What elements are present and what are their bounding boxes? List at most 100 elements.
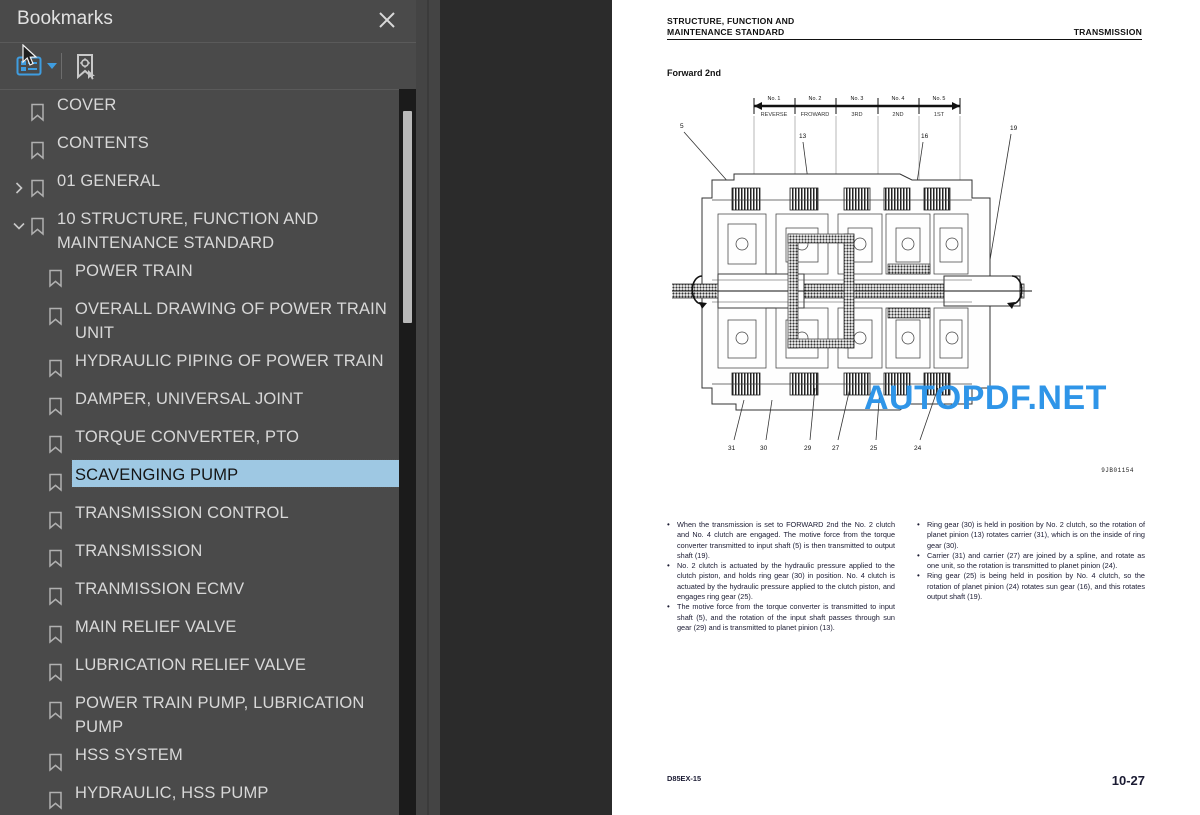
bookmark-icon	[48, 695, 63, 725]
bullet-marker: •	[917, 571, 920, 581]
bookmark-flag-icon	[49, 753, 62, 772]
bookmark-icon	[48, 429, 63, 459]
bookmark-item-label: 01 GENERAL	[57, 172, 161, 190]
bookmark-flag-icon	[49, 307, 62, 326]
bookmarks-panel-titlebar: Bookmarks	[0, 0, 416, 43]
bookmark-flag-icon	[49, 435, 62, 454]
bookmark-item-tranmission-ecmv[interactable]: TRANMISSION ECMV	[0, 573, 416, 611]
bookmark-item-power-train[interactable]: POWER TRAIN	[0, 255, 416, 293]
bookmark-item-transmission-control[interactable]: TRANSMISSION CONTROL	[0, 497, 416, 535]
svg-text:No. 2: No. 2	[809, 96, 822, 102]
body-bullet: • Ring gear (30) is held in position by N…	[917, 520, 1145, 551]
svg-text:29: 29	[804, 445, 812, 452]
bookmark-item-label: LUBRICATION RELIEF VALVE	[75, 656, 306, 674]
bookmark-flag-icon	[49, 397, 62, 416]
bookmark-item-label: TRANMISSION ECMV	[75, 580, 245, 598]
body-bullet: • No. 2 clutch is actuated by the hydraul…	[667, 561, 895, 602]
bookmark-icon	[30, 135, 45, 165]
bookmark-item-label: 10 STRUCTURE, FUNCTION AND MAINTENANCE S…	[57, 210, 319, 252]
bookmark-flag-icon	[31, 217, 44, 236]
bookmark-flag-icon	[49, 701, 62, 720]
svg-text:19: 19	[1010, 125, 1018, 132]
figure-svg: No. 1 No. 2 No. 3 No. 4 No. 5 REVERSE FR…	[663, 96, 1032, 452]
bookmarks-scrollbar-thumb[interactable]	[403, 111, 412, 323]
bookmarks-list[interactable]: COVER CONTENTS 01 GENERAL 10 STRUCTURE, FUN…	[0, 89, 416, 815]
body-bullet: • When the transmission is set to FORWARD…	[667, 520, 895, 561]
figure-subtitle: Forward 2nd	[667, 68, 722, 78]
svg-text:No. 5: No. 5	[933, 96, 946, 102]
bookmarks-toolbar	[0, 43, 416, 90]
bookmark-icon	[48, 785, 63, 815]
bullet-marker: •	[667, 520, 670, 529]
svg-text:2ND: 2ND	[892, 112, 903, 118]
bullet-marker: •	[667, 561, 670, 571]
body-bullet-text: Carrier (31) and carrier (27) are joined…	[927, 550, 1145, 571]
panel-splitter[interactable]	[416, 0, 440, 815]
document-body: • When the transmission is set to FORWARD…	[667, 520, 1145, 633]
bookmark-item-torque-converter-pto[interactable]: TORQUE CONVERTER, PTO	[0, 421, 416, 459]
bookmark-item-label: HSS SYSTEM	[75, 746, 183, 764]
body-column-left: • When the transmission is set to FORWARD…	[667, 520, 895, 633]
bookmark-item-label: HYDRAULIC, HSS PUMP	[75, 784, 269, 802]
svg-text:No. 4: No. 4	[892, 96, 905, 102]
bookmark-item-label: POWER TRAIN PUMP, LUBRICATION PUMP	[75, 694, 365, 736]
svg-text:No. 3: No. 3	[851, 96, 864, 102]
bookmark-item-label: COVER	[57, 96, 117, 114]
bookmark-item-scavenging-pump[interactable]: SCAVENGING PUMP	[0, 459, 416, 497]
bookmark-icon	[48, 391, 63, 421]
bookmark-icon	[48, 619, 63, 649]
body-bullet-text: The motive force from the torque convert…	[677, 602, 895, 632]
bookmark-item-10-structure-function-and[interactable]: 10 STRUCTURE, FUNCTION AND MAINTENANCE S…	[0, 203, 416, 255]
bookmark-item-label: TRANSMISSION	[75, 542, 203, 560]
bookmark-icon	[48, 657, 63, 687]
svg-text:3RD: 3RD	[851, 112, 862, 118]
body-bullet-text: No. 2 clutch is actuated by the hydrauli…	[677, 561, 895, 602]
close-icon[interactable]	[376, 9, 398, 31]
bookmark-item-hydraulic-piping-of-power-train[interactable]: HYDRAULIC PIPING OF POWER TRAIN	[0, 345, 416, 383]
footer-page-number: 10-27	[1111, 773, 1145, 788]
bookmark-flag-icon	[49, 359, 62, 378]
bookmarks-scrollbar-track[interactable]	[399, 89, 416, 815]
bookmark-item-contents[interactable]: CONTENTS	[0, 127, 416, 165]
bookmark-icon	[30, 211, 45, 241]
chevron-right-icon[interactable]	[12, 181, 26, 195]
pdf-page: STRUCTURE, FUNCTION AND MAINTENANCE STAN…	[612, 0, 1200, 815]
new-bookmark-icon[interactable]	[72, 53, 98, 81]
bookmark-icon	[48, 467, 63, 497]
bookmark-item-label: HYDRAULIC PIPING OF POWER TRAIN	[75, 352, 384, 370]
bookmark-icon	[48, 505, 63, 535]
body-bullet: • Carrier (31) and carrier (27) are joine…	[917, 551, 1145, 572]
header-title-line2: MAINTENANCE STANDARD	[667, 27, 785, 37]
chevron-down-icon[interactable]	[12, 219, 26, 233]
bookmark-item-label: SCAVENGING PUMP	[71, 459, 416, 488]
pdf-viewer-area[interactable]: STRUCTURE, FUNCTION AND MAINTENANCE STAN…	[440, 0, 1200, 815]
header-section-name: TRANSMISSION	[1073, 27, 1142, 37]
bookmark-icon	[30, 97, 45, 127]
document-header: STRUCTURE, FUNCTION AND MAINTENANCE STAN…	[667, 16, 1142, 40]
svg-text:27: 27	[832, 445, 840, 452]
bookmark-flag-icon	[49, 269, 62, 288]
bullet-marker: •	[917, 520, 920, 529]
bookmark-item-damper-universal-joint[interactable]: DAMPER, UNIVERSAL JOINT	[0, 383, 416, 421]
bookmark-item-cover[interactable]: COVER	[0, 89, 416, 127]
bookmark-icon	[48, 263, 63, 293]
transmission-cross-section-figure: No. 1 No. 2 No. 3 No. 4 No. 5 REVERSE FR…	[663, 88, 1142, 488]
bookmark-item-main-relief-valve[interactable]: MAIN RELIEF VALVE	[0, 611, 416, 649]
bookmark-flag-icon	[49, 511, 62, 530]
bookmark-options-icon[interactable]	[16, 53, 57, 79]
bookmark-item-overall-drawing-of-power-train-unit[interactable]: OVERALL DRAWING OF POWER TRAIN UNIT	[0, 293, 416, 345]
bookmark-item-01-general[interactable]: 01 GENERAL	[0, 165, 416, 203]
bookmark-item-label: DAMPER, UNIVERSAL JOINT	[75, 390, 304, 408]
bookmark-flag-icon	[49, 473, 62, 492]
bookmark-flag-icon	[49, 625, 62, 644]
bookmark-item-transmission[interactable]: TRANSMISSION	[0, 535, 416, 573]
bookmark-item-power-train-pump-lubrication-pump[interactable]: POWER TRAIN PUMP, LUBRICATION PUMP	[0, 687, 416, 739]
bookmark-item-hss-system[interactable]: HSS SYSTEM	[0, 739, 416, 777]
bookmarks-panel: Bookmarks COVER CONTENTS 01 GENERAL 10 S…	[0, 0, 416, 815]
bookmark-flag-icon	[31, 141, 44, 160]
chevron-down-icon[interactable]	[47, 63, 57, 69]
splitter-grip	[427, 0, 429, 815]
body-bullet: • Ring gear (25) is being held in positio…	[917, 571, 1145, 602]
bookmark-item-hydraulic-hss-pump[interactable]: HYDRAULIC, HSS PUMP	[0, 777, 416, 815]
bookmark-item-lubrication-relief-valve[interactable]: LUBRICATION RELIEF VALVE	[0, 649, 416, 687]
